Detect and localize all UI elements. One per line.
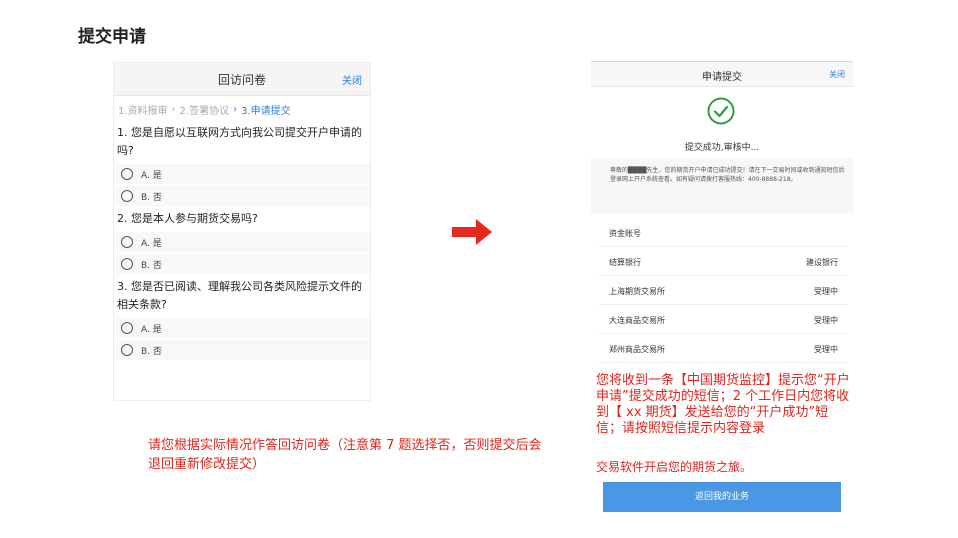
- option-label: B. 否: [141, 192, 162, 203]
- close-button[interactable]: 关闭: [829, 69, 845, 80]
- step-1: 1.资料报审: [118, 105, 168, 117]
- questionnaire-panel: 回访问卷 关闭 1.资料报审 › 2.签署协议 › 3.申请提交 1. 您是自愿…: [113, 62, 371, 401]
- radio-icon[interactable]: [121, 168, 133, 180]
- right-arrow-icon: [452, 219, 492, 245]
- row-value: 受理中: [814, 287, 838, 296]
- questionnaire-header: 回访问卷 关闭: [114, 63, 370, 96]
- option-q2-b[interactable]: B. 否: [116, 254, 370, 274]
- option-label: A. 是: [141, 238, 162, 249]
- step-separator: ›: [171, 103, 176, 115]
- close-button[interactable]: 关闭: [342, 72, 362, 87]
- step-indicator: 1.资料报审 › 2.签署协议 › 3.申请提交: [114, 96, 370, 122]
- option-q3-a[interactable]: A. 是: [116, 318, 370, 338]
- row-label: 大连商品交易所: [609, 316, 665, 325]
- radio-icon[interactable]: [121, 258, 133, 270]
- row-label: 郑州商品交易所: [609, 345, 665, 354]
- row-label: 结算银行: [609, 258, 641, 267]
- radio-icon[interactable]: [121, 322, 133, 334]
- option-q3-b[interactable]: B. 否: [116, 340, 370, 360]
- check-circle-icon: [707, 97, 735, 125]
- option-label: B. 否: [141, 346, 162, 357]
- question-3: 3. 您是否已阅读、理解我公司各类风险提示文件的相关条款?: [117, 280, 362, 311]
- option-q1-a[interactable]: A. 是: [116, 164, 370, 184]
- page-title: 提交申请: [78, 27, 146, 47]
- step-3: 3.申请提交: [241, 105, 291, 117]
- list-item: 郑州商品交易所 受理中: [599, 334, 848, 363]
- question-1: 1. 您是自愿以互联网方式向我公司提交开户申请的吗?: [117, 126, 362, 157]
- submission-header: 申请提交 关闭: [591, 62, 853, 87]
- submission-panel: 申请提交 关闭 提交成功,审核中... 尊敬的████先生，您的期货开户申请已成…: [591, 61, 853, 363]
- sms-instruction-end: 交易软件开启您的期货之旅。: [596, 460, 753, 474]
- row-value: 受理中: [814, 345, 838, 354]
- radio-icon[interactable]: [121, 236, 133, 248]
- status-list: 资金账号 结算银行 建设银行 上海期货交易所 受理中 大连商品交易所 受理中 郑州商品…: [599, 218, 848, 363]
- list-item: 大连商品交易所 受理中: [599, 305, 848, 334]
- list-item: 结算银行 建设银行: [599, 247, 848, 276]
- questionnaire-title: 回访问卷: [217, 73, 266, 87]
- list-item: 资金账号: [599, 218, 848, 247]
- step-2: 2.签署协议: [179, 105, 230, 117]
- row-value: 建设银行: [806, 258, 838, 267]
- option-label: A. 是: [141, 324, 162, 335]
- submission-title: 申请提交: [702, 72, 742, 83]
- radio-icon[interactable]: [121, 344, 133, 356]
- question-2: 2. 您是本人参与期货交易吗?: [117, 212, 258, 225]
- row-value: 受理中: [814, 316, 838, 325]
- option-q2-a[interactable]: A. 是: [116, 232, 370, 252]
- row-label: 上海期货交易所: [609, 287, 665, 296]
- sms-instruction: 您将收到一条【中国期货监控】提示您“开户申请”提交成功的短信；2 个工作日内您将…: [596, 373, 850, 436]
- option-q1-b[interactable]: B. 否: [116, 186, 370, 206]
- list-item: 上海期货交易所 受理中: [599, 276, 848, 305]
- radio-icon[interactable]: [121, 190, 133, 202]
- option-label: A. 是: [141, 170, 162, 181]
- option-label: B. 否: [141, 260, 162, 271]
- notice-message: 尊敬的████先生，您的期货开户申请已成功提交！请在下一交易时间或收到通知短信后…: [610, 167, 845, 183]
- row-label: 资金账号: [609, 229, 641, 238]
- step-separator: ›: [233, 103, 238, 115]
- return-my-business-button[interactable]: 返回我的业务: [603, 482, 841, 512]
- success-status: 提交成功,审核中...: [684, 143, 760, 153]
- questionnaire-instruction: 请您根据实际情况作答回访问卷（注意第 7 题选择否，否则提交后会退回重新修改提交…: [148, 438, 542, 472]
